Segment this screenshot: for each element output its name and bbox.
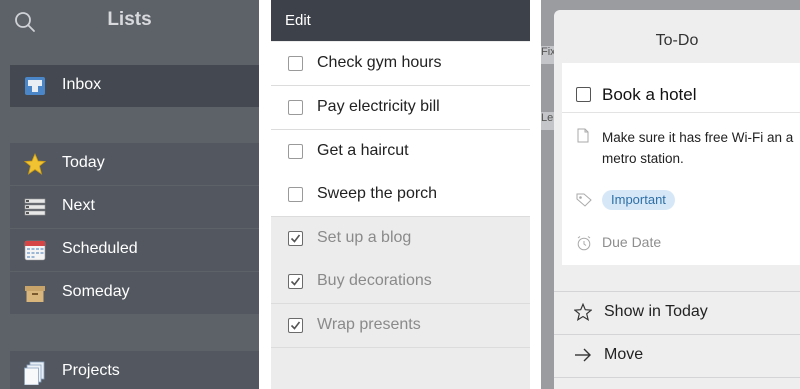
todo-title: Get a haircut — [317, 142, 409, 159]
sidebar-item-today[interactable]: Today — [10, 143, 259, 185]
checkbox[interactable] — [576, 87, 591, 102]
checkbox[interactable] — [288, 100, 303, 115]
todo-title: Sweep the porch — [317, 185, 438, 202]
note-icon — [577, 128, 589, 148]
background-peek-label: Le — [541, 112, 555, 130]
checkbox[interactable] — [288, 56, 303, 71]
box-icon — [24, 282, 46, 304]
checkbox-checked[interactable] — [288, 318, 303, 333]
star-outline-icon — [573, 302, 593, 326]
todo-header: Edit — [271, 0, 530, 41]
divider — [554, 377, 800, 378]
sidebar-item-projects[interactable]: Projects — [10, 351, 259, 389]
edit-button[interactable]: Edit — [285, 12, 311, 29]
sidebar-item-label: Inbox — [62, 76, 102, 93]
sidebar-item-label: Scheduled — [62, 240, 138, 257]
show-in-today-button[interactable]: Show in Today — [554, 291, 800, 334]
calendar-icon — [24, 239, 46, 261]
background-peek-label: Fix — [541, 46, 555, 64]
sidebar-item-someday[interactable]: Someday — [10, 272, 259, 314]
star-icon — [23, 152, 47, 175]
sidebar-item-inbox[interactable]: Inbox — [10, 65, 259, 107]
sidebar-item-next[interactable]: Next — [10, 186, 259, 228]
todo-item[interactable]: Pay electricity bill — [271, 86, 530, 130]
todo-item-completed[interactable]: Wrap presents — [271, 304, 530, 348]
todo-item-completed[interactable]: Set up a blog — [271, 217, 530, 261]
arrow-right-icon — [574, 346, 592, 369]
due-date-field[interactable]: Due Date — [602, 234, 661, 250]
todo-title: Buy decorations — [317, 272, 432, 289]
todo-title: Check gym hours — [317, 54, 442, 71]
todo-detail-sheet: To-Do Book a hotel Make sure it has free… — [554, 10, 800, 389]
todo-list-panel: Edit Check gym hours Pay electricity bil… — [271, 0, 530, 389]
todo-title: Set up a blog — [317, 229, 412, 246]
checkbox-checked[interactable] — [288, 274, 303, 289]
todo-detail-panel: Fix Le To-Do Book a hotel Make sure it h… — [541, 0, 800, 389]
next-icon — [24, 196, 46, 218]
todo-item[interactable]: Sweep the porch — [271, 173, 530, 217]
task-note[interactable]: Make sure it has free Wi-Fi an a metro s… — [602, 127, 800, 169]
checkbox[interactable] — [288, 144, 303, 159]
sidebar-item-label: Projects — [62, 362, 120, 379]
lists-title: Lists — [107, 9, 152, 30]
todo-item[interactable]: Get a haircut — [271, 130, 530, 174]
checkbox-checked[interactable] — [288, 231, 303, 246]
sidebar-item-label: Today — [62, 154, 105, 171]
move-button[interactable]: Move — [554, 334, 800, 377]
inbox-icon — [24, 75, 46, 97]
tag-icon — [576, 193, 592, 212]
action-label: Move — [604, 346, 644, 363]
lists-panel: Lists Inbox Today Next Scheduled Someday — [0, 0, 259, 389]
sheet-title: To-Do — [655, 32, 699, 49]
divider — [562, 112, 800, 113]
sidebar-item-label: Next — [62, 197, 95, 214]
checkbox[interactable] — [288, 187, 303, 202]
action-label: Show in Today — [604, 303, 708, 320]
task-title[interactable]: Book a hotel — [602, 85, 697, 105]
todo-title: Wrap presents — [317, 316, 421, 333]
tag-important[interactable]: Important — [602, 190, 675, 210]
sidebar-item-scheduled[interactable]: Scheduled — [10, 229, 259, 271]
todo-item[interactable]: Check gym hours — [271, 42, 530, 86]
sidebar-item-label: Someday — [62, 283, 130, 300]
todo-detail-card: Book a hotel Make sure it has free Wi-Fi… — [562, 63, 800, 265]
alarm-clock-icon — [576, 235, 592, 256]
todo-title: Pay electricity bill — [317, 98, 440, 115]
todo-item-completed[interactable]: Buy decorations — [271, 260, 530, 304]
projects-icon — [24, 361, 46, 386]
